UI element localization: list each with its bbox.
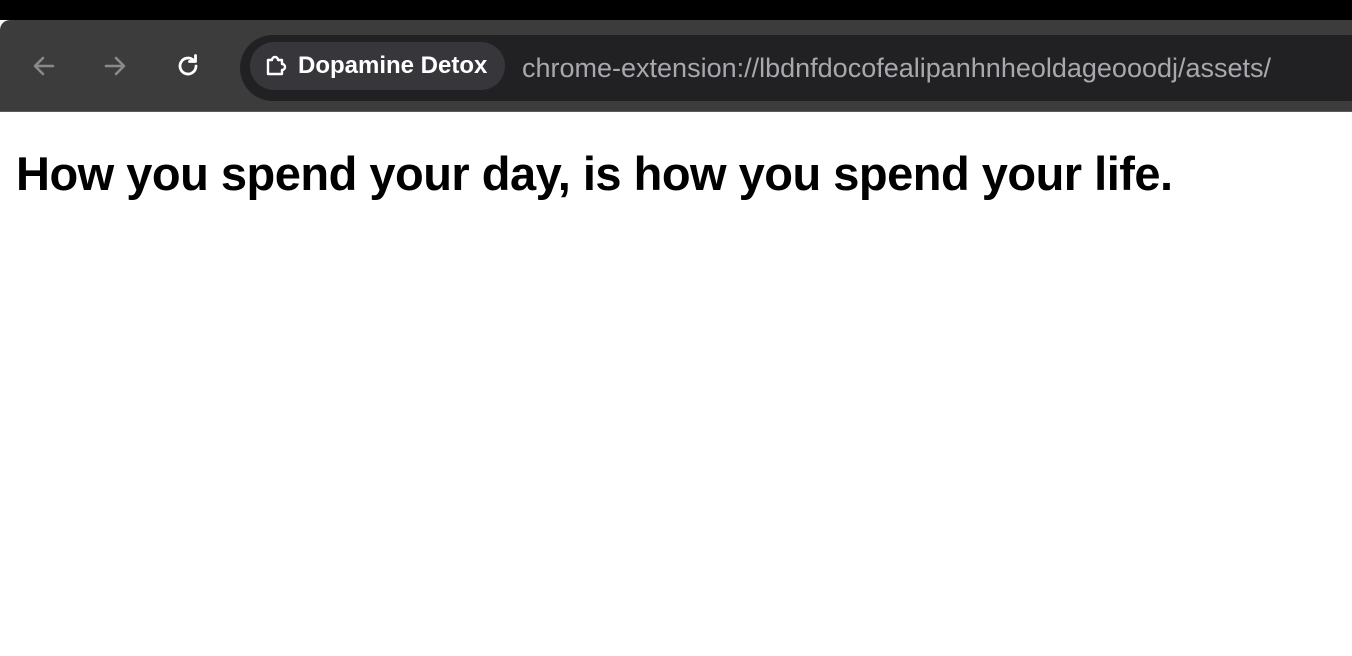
- back-button[interactable]: [24, 46, 64, 86]
- browser-toolbar: Dopamine Detox chrome-extension://lbdnfd…: [0, 20, 1352, 112]
- address-bar[interactable]: Dopamine Detox chrome-extension://lbdnfd…: [240, 35, 1352, 101]
- window-top-strip: [0, 0, 1352, 20]
- site-chip-label: Dopamine Detox: [298, 52, 488, 79]
- back-arrow-icon: [30, 52, 58, 80]
- reload-button[interactable]: [168, 46, 208, 86]
- forward-arrow-icon: [101, 52, 129, 80]
- reload-icon: [174, 52, 202, 80]
- page-heading: How you spend your day, is how you spend…: [16, 147, 1173, 200]
- puzzle-icon: [262, 52, 290, 80]
- forward-button[interactable]: [95, 46, 135, 86]
- site-info-chip[interactable]: Dopamine Detox: [250, 42, 506, 90]
- url-text[interactable]: chrome-extension://lbdnfdocofealipanhnhe…: [522, 35, 1271, 101]
- page-content: How you spend your day, is how you spend…: [0, 112, 1352, 656]
